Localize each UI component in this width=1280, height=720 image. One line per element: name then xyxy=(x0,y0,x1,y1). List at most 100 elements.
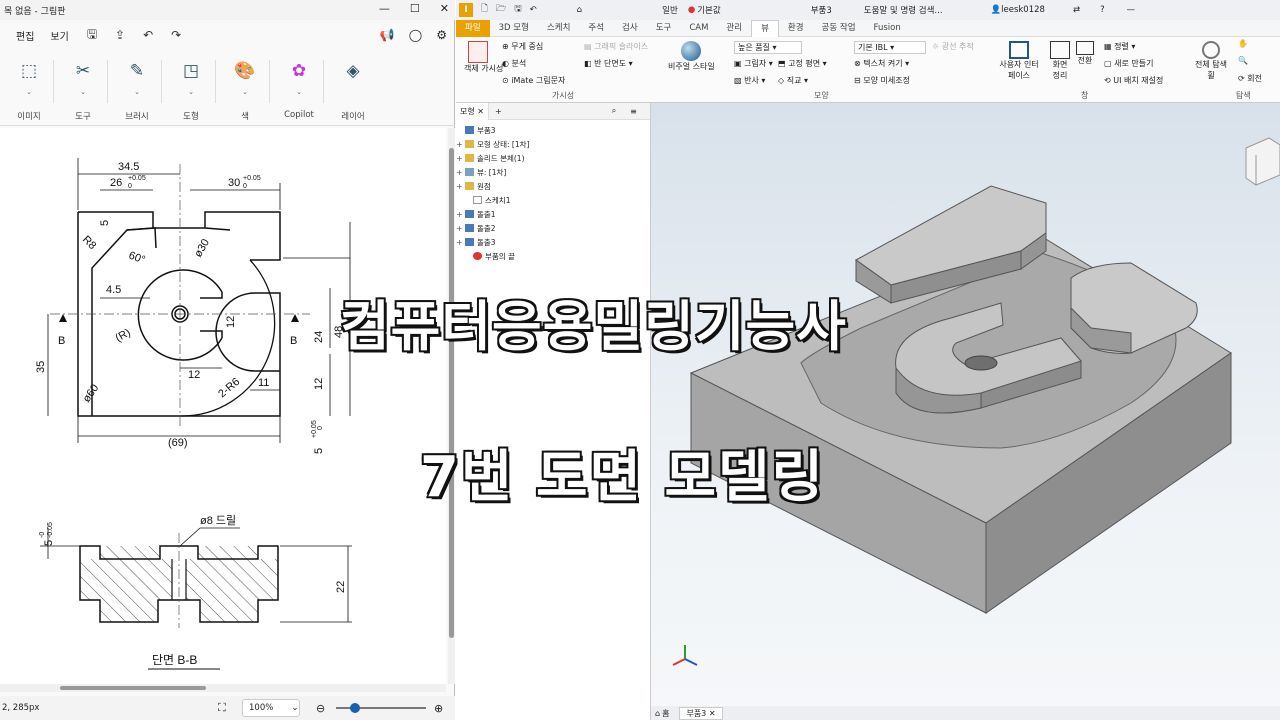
ground-plane-button[interactable]: ⬒ 고정 평면 ▾ xyxy=(778,58,827,69)
announce-icon[interactable]: 📢 xyxy=(380,28,395,42)
vertical-scrollbar[interactable] xyxy=(448,128,455,684)
save-icon[interactable]: 🖫 xyxy=(87,25,97,46)
orthographic-button[interactable]: ◇ 직교 ▾ xyxy=(778,75,808,86)
expand-icon[interactable]: + xyxy=(456,182,464,191)
qa-default[interactable]: 기본값 xyxy=(697,4,720,16)
orbit-button[interactable]: ⟳ 회전 xyxy=(1238,73,1262,84)
arrange-button[interactable]: ▦ 정렬 ▾ xyxy=(1104,41,1135,52)
zoom-in-icon[interactable]: ⊕ xyxy=(434,702,443,715)
zoom-select[interactable]: 100% ⌄ xyxy=(242,699,300,717)
close-icon[interactable]: ✕ xyxy=(440,2,449,15)
switch-button[interactable]: 전환 xyxy=(1076,41,1094,66)
close-icon[interactable]: ✕ xyxy=(477,107,484,116)
analysis-button[interactable]: ◐ 분석 xyxy=(502,58,526,69)
ray-tracing-button[interactable]: ☼ 광선 추적 xyxy=(932,41,974,52)
tab-file[interactable]: 파일 xyxy=(456,19,490,37)
doc-tab-home[interactable]: 홈 xyxy=(662,708,669,719)
undo-icon[interactable]: ↶ xyxy=(530,5,537,15)
close-icon[interactable]: ✕ xyxy=(709,709,716,718)
reflections-button[interactable]: ▧ 반사 ▾ xyxy=(734,75,765,86)
expand-icon[interactable]: + xyxy=(456,168,464,177)
visual-style-button[interactable]: 비주얼 스타일 xyxy=(668,41,715,72)
view-cube[interactable] xyxy=(1245,137,1280,186)
expand-icon[interactable]: + xyxy=(456,140,464,149)
zoom-slider[interactable] xyxy=(336,703,426,713)
zoom-icon[interactable]: 🔍 xyxy=(1238,56,1248,65)
settings-icon[interactable]: ⚙ xyxy=(436,28,447,42)
browser-tab-model[interactable]: 모형 ✕ xyxy=(456,102,489,120)
tree-node[interactable]: + 솔리드 본체(1) xyxy=(456,151,650,165)
qa-general[interactable]: 일반 xyxy=(662,4,678,16)
home-icon[interactable]: ⌂ xyxy=(577,5,582,15)
home-icon[interactable]: ⌂ xyxy=(655,709,660,718)
tab-inspect[interactable]: 검사 xyxy=(613,20,647,37)
appearance-adjust-button[interactable]: ⊟ 모양 미세조정 xyxy=(854,75,910,86)
graphics-slice-button[interactable]: ▤ 그래픽 슬라이스 xyxy=(584,41,648,52)
expand-icon[interactable]: + xyxy=(456,238,464,247)
new-window-button[interactable]: ▢ 새로 만들기 xyxy=(1104,58,1153,69)
zoom-out-icon[interactable]: ⊖ xyxy=(316,702,325,715)
new-file-icon[interactable]: 🗋 xyxy=(481,3,488,17)
scroll-thumb[interactable] xyxy=(60,686,206,690)
search-icon[interactable]: ⌕ xyxy=(612,106,616,116)
tree-node[interactable]: + 돌출2 xyxy=(456,221,650,235)
tab-view[interactable]: 뷰 xyxy=(751,19,779,37)
zoom-slider-knob[interactable] xyxy=(350,703,360,713)
ribbon-group-copilot[interactable]: ✿ ⌄ Copilot xyxy=(279,52,319,125)
ribbon-group-color[interactable]: 🎨 ⌄ 색 xyxy=(225,52,265,125)
expand-icon[interactable]: + xyxy=(456,154,464,163)
clean-screen-button[interactable]: 화면 정리 xyxy=(1048,41,1072,81)
scroll-thumb[interactable] xyxy=(449,148,454,638)
tab-sketch[interactable]: 스케치 xyxy=(538,20,579,37)
user-icon[interactable]: 👤 xyxy=(991,5,1002,15)
tree-node[interactable]: + 돌출3 xyxy=(456,235,650,249)
tree-node[interactable]: 스케치1 xyxy=(456,193,650,207)
tree-node[interactable]: + 원점 xyxy=(456,179,650,193)
imate-glyph-button[interactable]: ⊙ iMate 그림문자 xyxy=(502,75,565,86)
tab-environments[interactable]: 환경 xyxy=(779,20,813,37)
ribbon-group-layers[interactable]: ◈ 레이어 xyxy=(333,52,373,125)
menu-icon[interactable]: ≡ xyxy=(630,107,637,116)
tree-node[interactable]: + 돌출1 xyxy=(456,207,650,221)
tree-node[interactable]: + 모형 상태: [1차] xyxy=(456,137,650,151)
menu-view[interactable]: 보기 xyxy=(50,28,68,43)
graphics-viewport[interactable] xyxy=(651,103,1280,706)
maximize-icon[interactable]: ☐ xyxy=(410,2,420,15)
share-icon[interactable]: ⇪ xyxy=(115,28,125,42)
pan-icon[interactable]: ✋ xyxy=(1238,39,1248,48)
save-icon[interactable]: 🖫 xyxy=(514,3,521,17)
horizontal-scrollbar[interactable] xyxy=(0,684,446,692)
tab-collaborate[interactable]: 공동 작업 xyxy=(813,20,865,37)
reset-ui-button[interactable]: ⟲ UI 배치 재설정 xyxy=(1104,75,1163,86)
minimize-icon[interactable]: — xyxy=(1127,5,1136,15)
tab-manage[interactable]: 관리 xyxy=(717,20,751,37)
tab-tools[interactable]: 도구 xyxy=(647,20,681,37)
tab-3d-model[interactable]: 3D 모형 xyxy=(490,20,538,37)
expand-icon[interactable]: + xyxy=(456,224,464,233)
help-icon[interactable]: ? xyxy=(1100,5,1105,15)
ribbon-group-brush[interactable]: ✎ ⌄ 브러시 xyxy=(117,52,157,125)
tree-node[interactable]: 부품3 xyxy=(456,123,650,137)
cart-icon[interactable]: ⇄ xyxy=(1073,5,1080,15)
open-icon[interactable]: 🗁 xyxy=(496,3,507,17)
ribbon-group-tools[interactable]: ✂ ⌄ 도구 xyxy=(63,52,103,125)
tab-cam[interactable]: CAM xyxy=(680,20,717,37)
textures-button[interactable]: ⊗ 텍스처 켜기 ▾ xyxy=(854,58,909,69)
tree-node[interactable]: 부품의 끝 xyxy=(456,249,650,263)
account-icon[interactable]: ◯ xyxy=(409,28,422,42)
half-section-button[interactable]: ◧ 반 단면도 ▾ xyxy=(584,58,633,69)
menu-edit[interactable]: 편집 xyxy=(16,28,34,43)
shadows-button[interactable]: ▣ 그림자 ▾ xyxy=(734,58,773,69)
minimize-icon[interactable]: — xyxy=(379,2,390,15)
paint-canvas[interactable]: B B 34.5 26 +0.05 0 30 +0.05 0 5 R8 60° … xyxy=(0,128,446,684)
expand-icon[interactable]: + xyxy=(456,210,464,219)
add-tab-icon[interactable]: + xyxy=(495,107,502,116)
undo-icon[interactable]: ↶ xyxy=(143,28,153,42)
ribbon-group-image[interactable]: ⬚ ⌄ 이미지 xyxy=(9,52,49,125)
user-interface-button[interactable]: 사용자 인터페이스 xyxy=(996,41,1042,81)
ribbon-group-shapes[interactable]: ◳ ⌄ 도형 xyxy=(171,52,211,125)
redo-icon[interactable]: ↷ xyxy=(171,28,181,42)
quality-select[interactable]: 높은 품질 ▾ xyxy=(734,41,802,54)
user-name[interactable]: leesk0128 xyxy=(1001,5,1045,15)
search-field[interactable]: 도움말 및 명령 검색... xyxy=(864,4,943,16)
